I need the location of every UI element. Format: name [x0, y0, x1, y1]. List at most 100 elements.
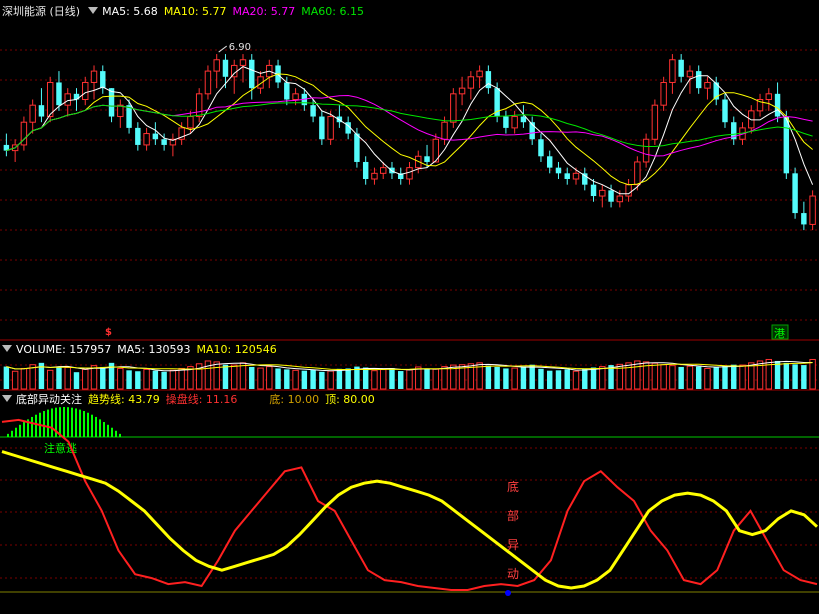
candle-body: [284, 82, 290, 100]
candle-body: [765, 93, 773, 100]
volume-bar: [555, 370, 562, 389]
candle-body: [46, 81, 54, 118]
candle-body: [195, 93, 203, 118]
volume-bar: [599, 366, 606, 390]
candle-body: [467, 76, 475, 89]
volume-bar: [731, 364, 737, 389]
volume-bar: [327, 370, 334, 390]
volume-bar: [748, 362, 755, 390]
volume-bar: [722, 365, 728, 389]
volume-bar: [529, 364, 535, 389]
candle-body: [564, 173, 570, 179]
volume-bar: [695, 366, 702, 389]
volume-bar: [82, 368, 89, 390]
candle-body: [204, 70, 212, 95]
candle-body: [616, 195, 624, 203]
volume-bar: [765, 358, 773, 390]
volume-bar: [56, 366, 62, 389]
bottom-signal-char: 底: [507, 479, 519, 494]
volume-bar: [424, 368, 430, 389]
candle-body: [503, 116, 509, 128]
volume-bar: [503, 368, 509, 389]
candle-body: [379, 167, 387, 174]
volume-bar: [441, 366, 448, 390]
candle-body: [354, 133, 360, 162]
volume-bar: [336, 368, 343, 389]
candle-body: [651, 104, 659, 140]
candle-body: [362, 161, 369, 179]
volume-bar: [590, 367, 597, 389]
volume-bar: [432, 368, 440, 390]
candle-body: [249, 59, 255, 89]
candle-body: [546, 156, 553, 168]
volume-bar: [809, 358, 816, 390]
candle-body: [319, 116, 325, 140]
candle-body: [450, 93, 457, 123]
volume-bar: [126, 370, 132, 389]
volume-bar: [704, 367, 711, 390]
candle-body: [458, 87, 466, 95]
candle-body: [152, 133, 159, 140]
candle-body: [222, 59, 229, 77]
volume-bar: [389, 368, 395, 389]
volume-bar: [511, 367, 518, 390]
volume-bar: [660, 364, 667, 390]
candle-body: [117, 104, 124, 118]
volume-bar: [564, 369, 570, 389]
candle-body: [292, 93, 299, 100]
candle-body: [520, 116, 527, 123]
candle-body: [642, 138, 650, 163]
bottom-signal-char: 异: [507, 538, 519, 552]
candle-body: [161, 139, 167, 145]
volume-bar: [11, 370, 19, 390]
volume-bar: [275, 368, 281, 389]
candle-body: [511, 116, 518, 129]
volume-bar: [801, 365, 807, 389]
candle-body: [704, 81, 711, 89]
candle-body: [783, 116, 790, 174]
volume-bar: [686, 365, 694, 390]
volume-bar: [398, 371, 404, 389]
volume-bar: [239, 362, 247, 390]
candle-body: [476, 70, 483, 78]
candle-body: [187, 116, 194, 129]
candle-body: [441, 121, 448, 140]
volume-bar: [520, 366, 527, 389]
candle-body: [809, 195, 816, 225]
signal-marker-s: $: [105, 327, 112, 338]
volume-bar: [117, 367, 124, 390]
candle-body: [213, 59, 220, 72]
volume-bar: [713, 367, 719, 389]
volume-bar: [379, 369, 387, 390]
volume-bar: [257, 367, 264, 390]
candle-body: [555, 167, 562, 174]
candle-body: [406, 167, 413, 180]
bottom-signal-dot: [505, 590, 511, 596]
volume-bar: [152, 370, 159, 389]
bottom-signal-char: 动: [507, 567, 519, 581]
volume-bar: [678, 366, 684, 389]
signal-marker-port: 港: [774, 327, 785, 340]
candle-body: [327, 116, 334, 140]
candle-body: [608, 190, 614, 202]
volume-bar: [669, 365, 676, 390]
candle-body: [678, 59, 684, 77]
peak-price-label: 6.90: [229, 42, 251, 53]
volume-bar: [319, 371, 325, 389]
candle-body: [669, 59, 676, 83]
volume-bar: [135, 371, 141, 389]
volume-bar: [415, 366, 422, 390]
candle-body: [90, 70, 98, 83]
stock-chart[interactable]: 6.90$ 港注意逃底部异动: [0, 0, 819, 614]
volume-bar: [100, 366, 106, 389]
operate-line: [1, 418, 818, 591]
volume-bar: [371, 370, 378, 390]
volume-bar: [222, 364, 229, 389]
volume-bar: [213, 361, 220, 390]
volume-bar: [651, 362, 659, 390]
candle-body: [538, 139, 544, 157]
volume-bar: [634, 360, 641, 390]
volume-bar: [178, 367, 185, 390]
volume-bar: [161, 371, 167, 389]
volume-bar: [362, 367, 369, 389]
